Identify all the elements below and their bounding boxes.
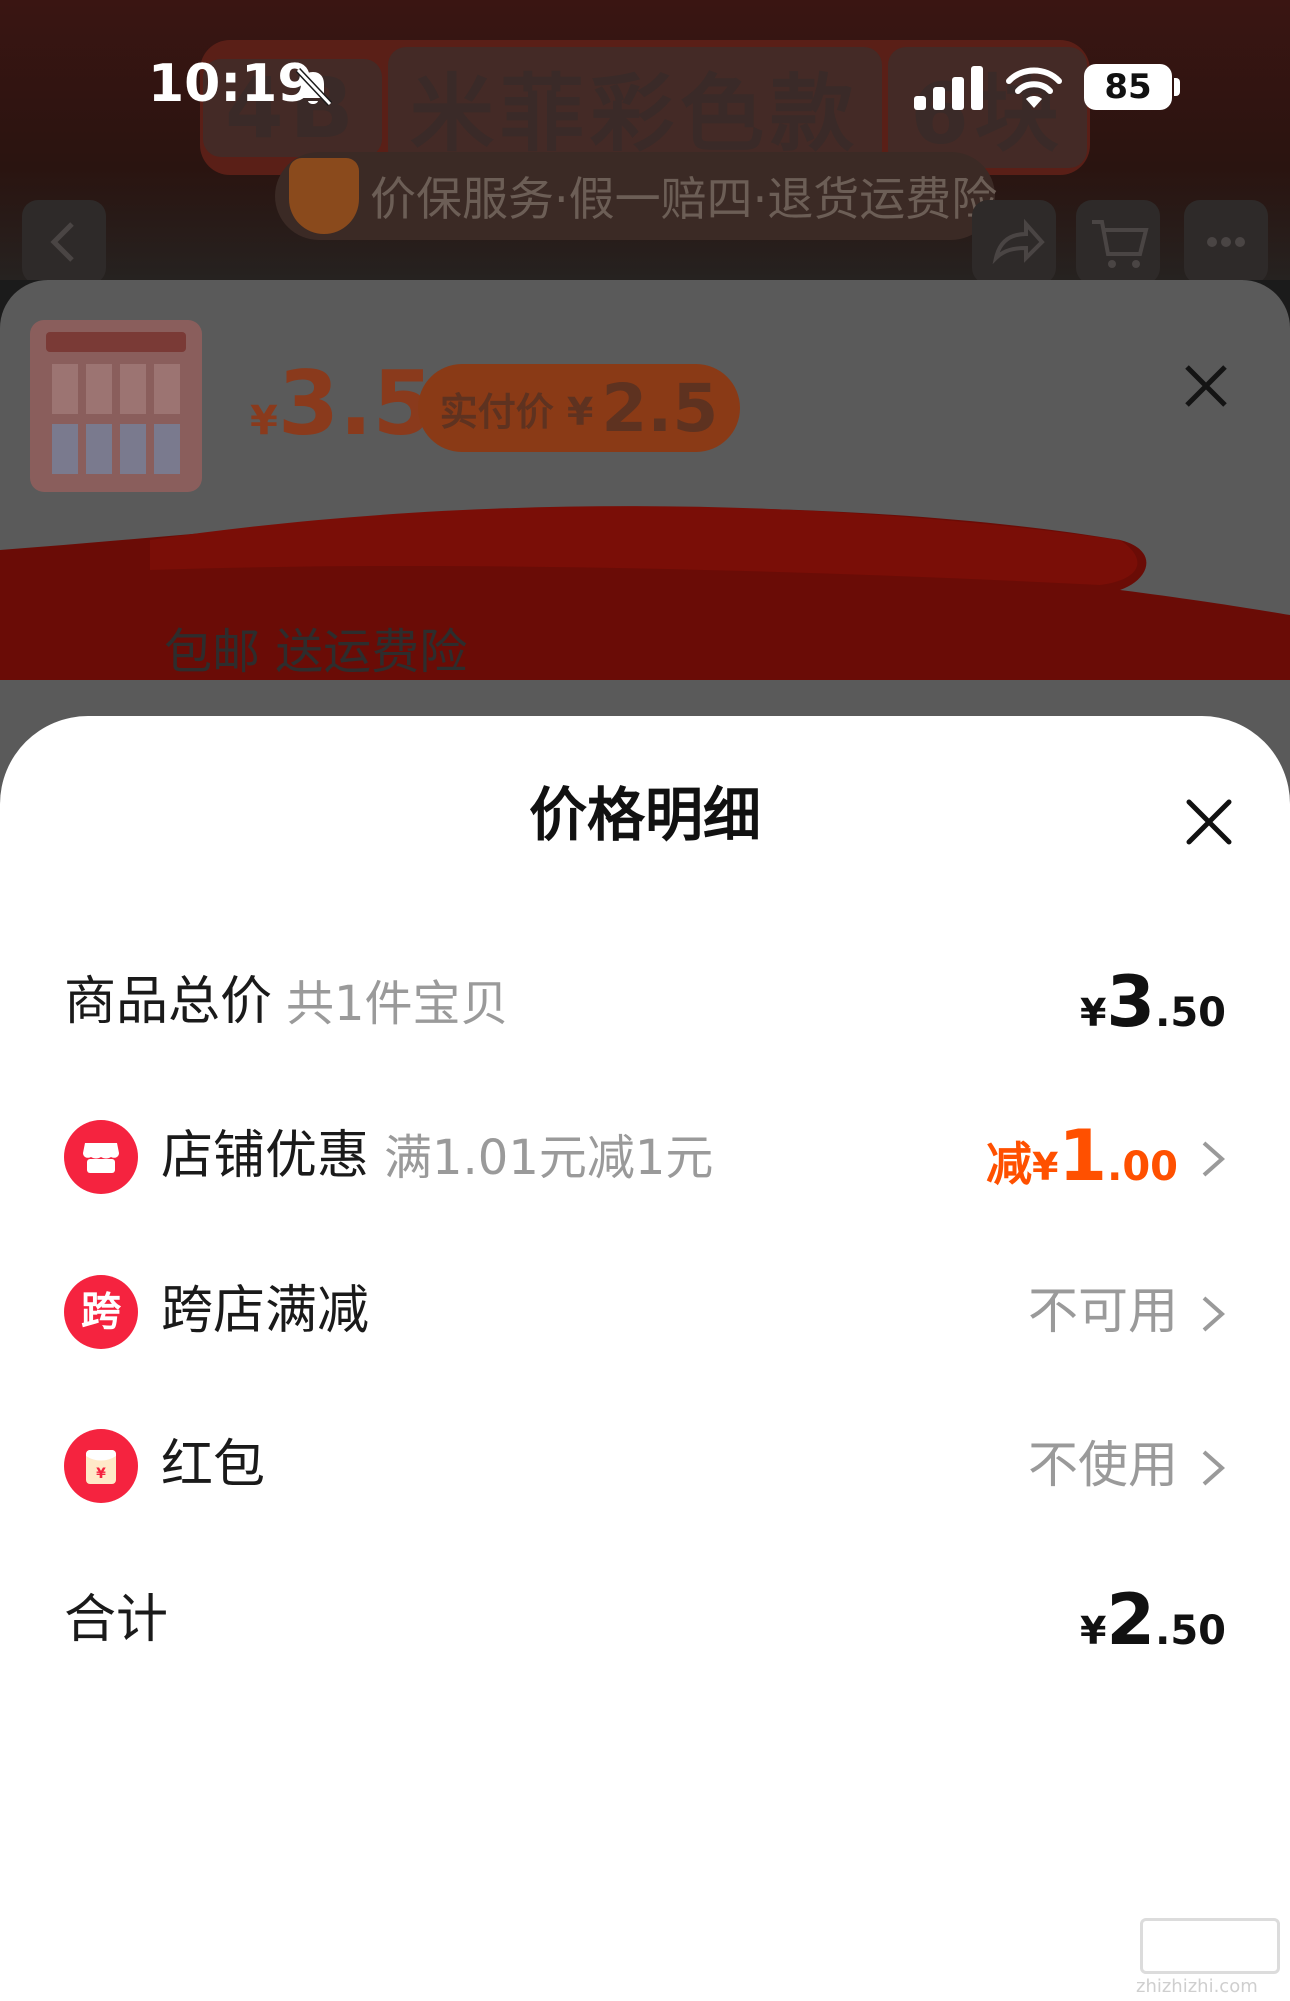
chevron-left-icon bbox=[50, 222, 74, 262]
cross-store-row[interactable]: 跨 跨店满减 不可用 bbox=[64, 1252, 1226, 1372]
price-yen: ¥ bbox=[250, 398, 278, 444]
shop-discount-rule: 满1.01元减1元 bbox=[384, 1130, 714, 1186]
more-icon bbox=[1207, 237, 1245, 247]
red-packet-icon: ¥ bbox=[64, 1429, 138, 1503]
cart-icon bbox=[1092, 220, 1149, 268]
share-icon bbox=[992, 218, 1045, 265]
cross-store-status: 不可用 bbox=[1028, 1282, 1178, 1340]
subtotal-label: 商品总价 bbox=[64, 972, 273, 1032]
status-time: 10:19 bbox=[148, 54, 314, 114]
chevron-right-icon bbox=[1202, 1296, 1226, 1332]
sku-close-icon bbox=[1183, 350, 1229, 420]
total-row: 合计 ¥2.50 bbox=[64, 1561, 1226, 1681]
watermark-text: zhizhizhi.com bbox=[1136, 1976, 1258, 1997]
chevron-right-icon bbox=[1202, 1450, 1226, 1486]
actual-price-value: 2.5 bbox=[601, 369, 719, 447]
battery-level: 85 bbox=[1104, 67, 1152, 107]
product-thumbnail bbox=[30, 320, 202, 492]
subtotal-item-count: 共1件宝贝 bbox=[286, 976, 509, 1032]
battery-tip bbox=[1174, 78, 1180, 96]
shop-discount-amount: 减¥1.00 bbox=[985, 1115, 1178, 1197]
svg-text:¥: ¥ bbox=[96, 1466, 106, 1482]
shop-discount-label: 店铺优惠 bbox=[161, 1126, 370, 1186]
back-button bbox=[22, 200, 106, 280]
price-value: 3.5 bbox=[277, 352, 434, 455]
red-packet-label: 红包 bbox=[161, 1435, 266, 1495]
actual-price-label: 实付价 ¥ bbox=[439, 389, 594, 434]
sku-price: ¥3.5 bbox=[250, 360, 434, 448]
watermark-logo bbox=[1140, 1918, 1280, 1974]
kua-icon: 跨 bbox=[64, 1275, 138, 1349]
close-button[interactable] bbox=[1185, 798, 1233, 846]
actual-price-pill: 实付价 ¥ 2.5 bbox=[418, 364, 740, 452]
red-packet-status: 不使用 bbox=[1028, 1436, 1178, 1494]
bell-muted-icon bbox=[295, 67, 333, 107]
shipping-text: 包邮 送运费险 bbox=[164, 624, 468, 680]
cart-button bbox=[1076, 200, 1160, 280]
cross-store-label: 跨店满减 bbox=[161, 1281, 370, 1341]
red-packet-row[interactable]: ¥ 红包 不使用 bbox=[64, 1406, 1226, 1526]
subtotal-amount: ¥3.50 bbox=[1079, 961, 1226, 1043]
sheet-title: 价格明细 bbox=[528, 781, 761, 849]
wifi-icon bbox=[1006, 67, 1062, 108]
shop-discount-row[interactable]: 店铺优惠 满1.01元减1元 减¥1.00 bbox=[64, 1097, 1226, 1217]
total-amount: ¥2.50 bbox=[1079, 1579, 1226, 1661]
shop-icon bbox=[64, 1120, 138, 1194]
close-icon bbox=[1186, 799, 1232, 845]
share-button bbox=[972, 200, 1056, 280]
battery-icon: 85 bbox=[1084, 64, 1172, 110]
chevron-right-icon bbox=[1202, 1141, 1226, 1177]
subtotal-row: 商品总价 共1件宝贝 ¥3.50 bbox=[64, 943, 1226, 1063]
more-button bbox=[1184, 200, 1268, 280]
total-label: 合计 bbox=[64, 1590, 169, 1650]
product-image bbox=[52, 364, 180, 474]
signal-icon bbox=[914, 66, 983, 110]
status-bar: 10:19 85 bbox=[0, 0, 1290, 180]
